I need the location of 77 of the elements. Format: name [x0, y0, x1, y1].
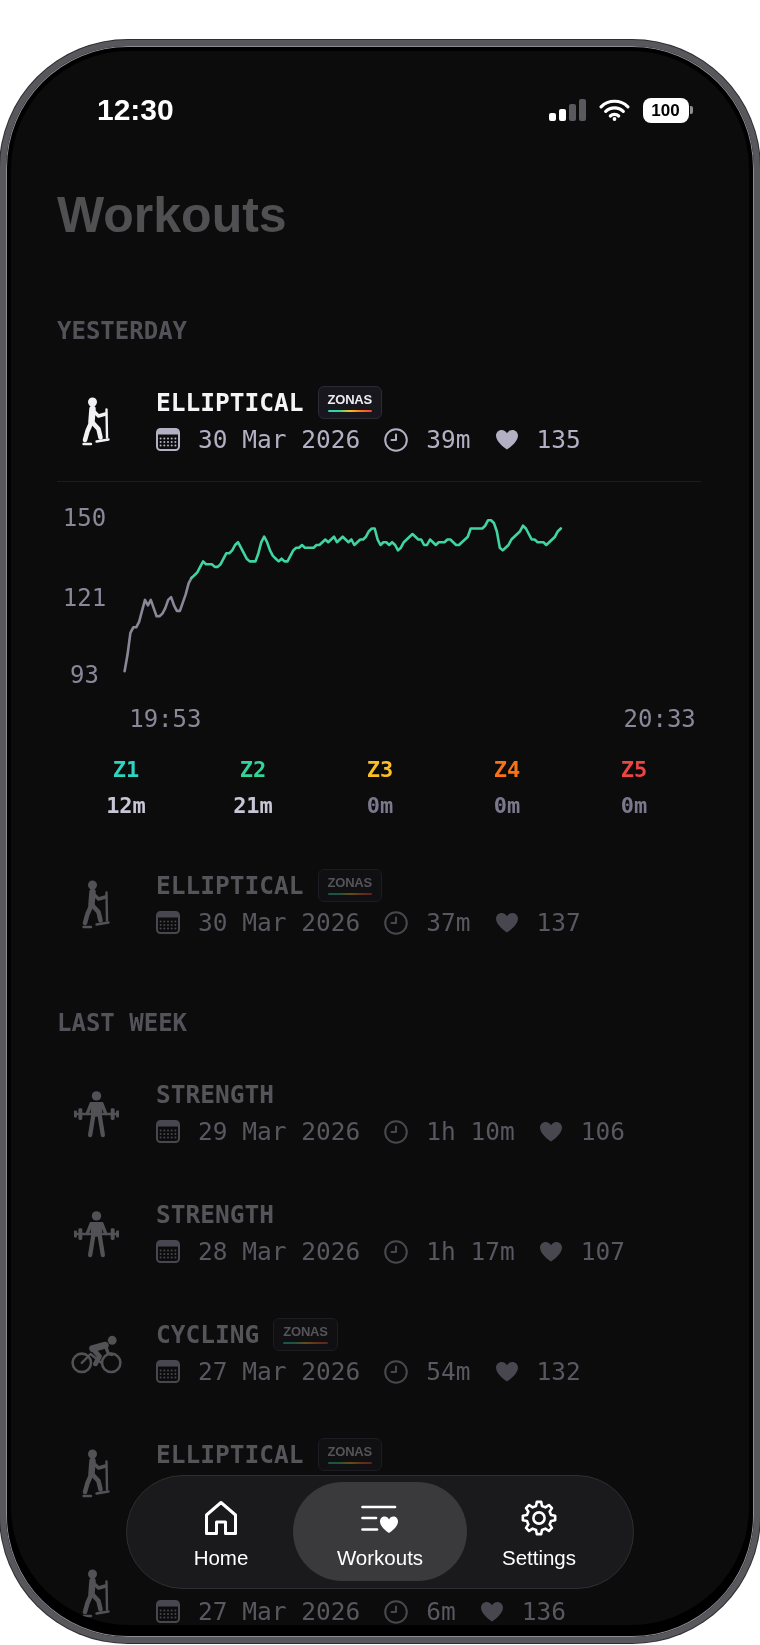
- zone-label: Z1: [112, 755, 140, 784]
- heart-icon: [538, 1121, 563, 1142]
- page-title: Workouts: [57, 185, 287, 245]
- calendar-icon: [156, 911, 180, 934]
- heart-icon: [494, 429, 519, 450]
- time-axis-label: 20:33: [623, 704, 696, 733]
- zone-label: Z3: [366, 755, 394, 784]
- workout-duration: 54m: [426, 1356, 471, 1387]
- workout-date: 27 Mar 2026: [198, 1596, 361, 1625]
- workout-title: ELLIPTICAL: [156, 387, 304, 418]
- status-time: 12:30: [97, 92, 174, 128]
- zone-duration: 21m: [233, 791, 273, 820]
- zone-label: Z4: [493, 755, 521, 784]
- average-heart-rate: 137: [536, 907, 581, 938]
- average-heart-rate: 136: [521, 1596, 567, 1625]
- signal-icon: [548, 99, 586, 121]
- heart-icon: [538, 1241, 563, 1262]
- calendar-icon: [156, 1360, 180, 1383]
- axis-tick-label: 121: [62, 583, 107, 612]
- section-heading: YESTERDAY: [57, 316, 188, 345]
- gradient-line-icon: [283, 1342, 328, 1344]
- average-heart-rate: 132: [536, 1356, 581, 1387]
- workout-duration: 1h 17m: [426, 1236, 515, 1267]
- workout-title: ELLIPTICAL: [156, 870, 304, 901]
- workout-date: 28 Mar 2026: [198, 1236, 361, 1267]
- section-heading: LAST WEEK: [57, 1008, 188, 1037]
- gradient-line-icon: [327, 893, 373, 895]
- workout-title: STRENGTH: [156, 1199, 274, 1230]
- clock-icon: [384, 1239, 409, 1264]
- workout-duration: 37m: [426, 907, 471, 938]
- badge-label: ZONAS: [327, 876, 373, 890]
- axis-tick-label: 93: [70, 660, 99, 688]
- workout-date: 27 Mar 2026: [198, 1356, 361, 1387]
- workout-title: STRENGTH: [156, 1079, 274, 1110]
- clock-icon: [384, 1359, 409, 1384]
- workout-date: 30 Mar 2026: [198, 907, 361, 938]
- calendar-icon: [156, 428, 180, 451]
- axis-tick-label: 150: [62, 503, 107, 532]
- calendar-icon: [156, 1600, 180, 1623]
- settings-icon: [521, 1500, 557, 1536]
- badge-label: ZONAS: [283, 1325, 328, 1339]
- badge-label: ZONAS: [327, 393, 373, 407]
- clock-icon: [384, 427, 409, 452]
- average-heart-rate: 135: [536, 424, 581, 455]
- heart-icon: [494, 912, 519, 933]
- clock-icon: [384, 1119, 409, 1144]
- clock-icon: [384, 1599, 409, 1624]
- home-icon: [204, 1500, 238, 1536]
- zone-duration: 0m: [493, 791, 521, 820]
- zone-duration: 12m: [106, 791, 146, 820]
- zone-label: Z5: [620, 755, 648, 784]
- wifi-icon: [598, 99, 630, 121]
- workout-date: 29 Mar 2026: [198, 1116, 361, 1147]
- battery-indicator: 100: [642, 97, 693, 123]
- nav-tab[interactable]: Home: [149, 1482, 293, 1581]
- average-heart-rate: 106: [580, 1116, 626, 1147]
- gradient-line-icon: [327, 1462, 373, 1464]
- clock-icon: [384, 910, 409, 935]
- workout-duration: 6m: [426, 1596, 456, 1625]
- nav-tab[interactable]: Workouts: [293, 1482, 467, 1581]
- time-axis-label: 19:53: [129, 704, 202, 733]
- workout-title: ELLIPTICAL: [156, 1439, 304, 1470]
- calendar-icon: [156, 1120, 180, 1143]
- calendar-icon: [156, 1240, 180, 1263]
- workout-duration: 39m: [426, 424, 471, 455]
- heart-icon: [494, 1361, 519, 1382]
- workout-date: 30 Mar 2026: [198, 424, 361, 455]
- nav-tab[interactable]: Settings: [467, 1482, 611, 1581]
- average-heart-rate: 107: [580, 1236, 626, 1267]
- zone-label: Z2: [239, 755, 267, 784]
- zone-duration: 0m: [620, 791, 648, 820]
- zone-duration: 0m: [366, 791, 394, 820]
- heart-icon: [479, 1601, 504, 1622]
- workout-title: CYCLING: [156, 1319, 260, 1350]
- badge-label: ZONAS: [327, 1445, 373, 1459]
- workout-duration: 1h 10m: [426, 1116, 515, 1147]
- gradient-line-icon: [327, 410, 373, 412]
